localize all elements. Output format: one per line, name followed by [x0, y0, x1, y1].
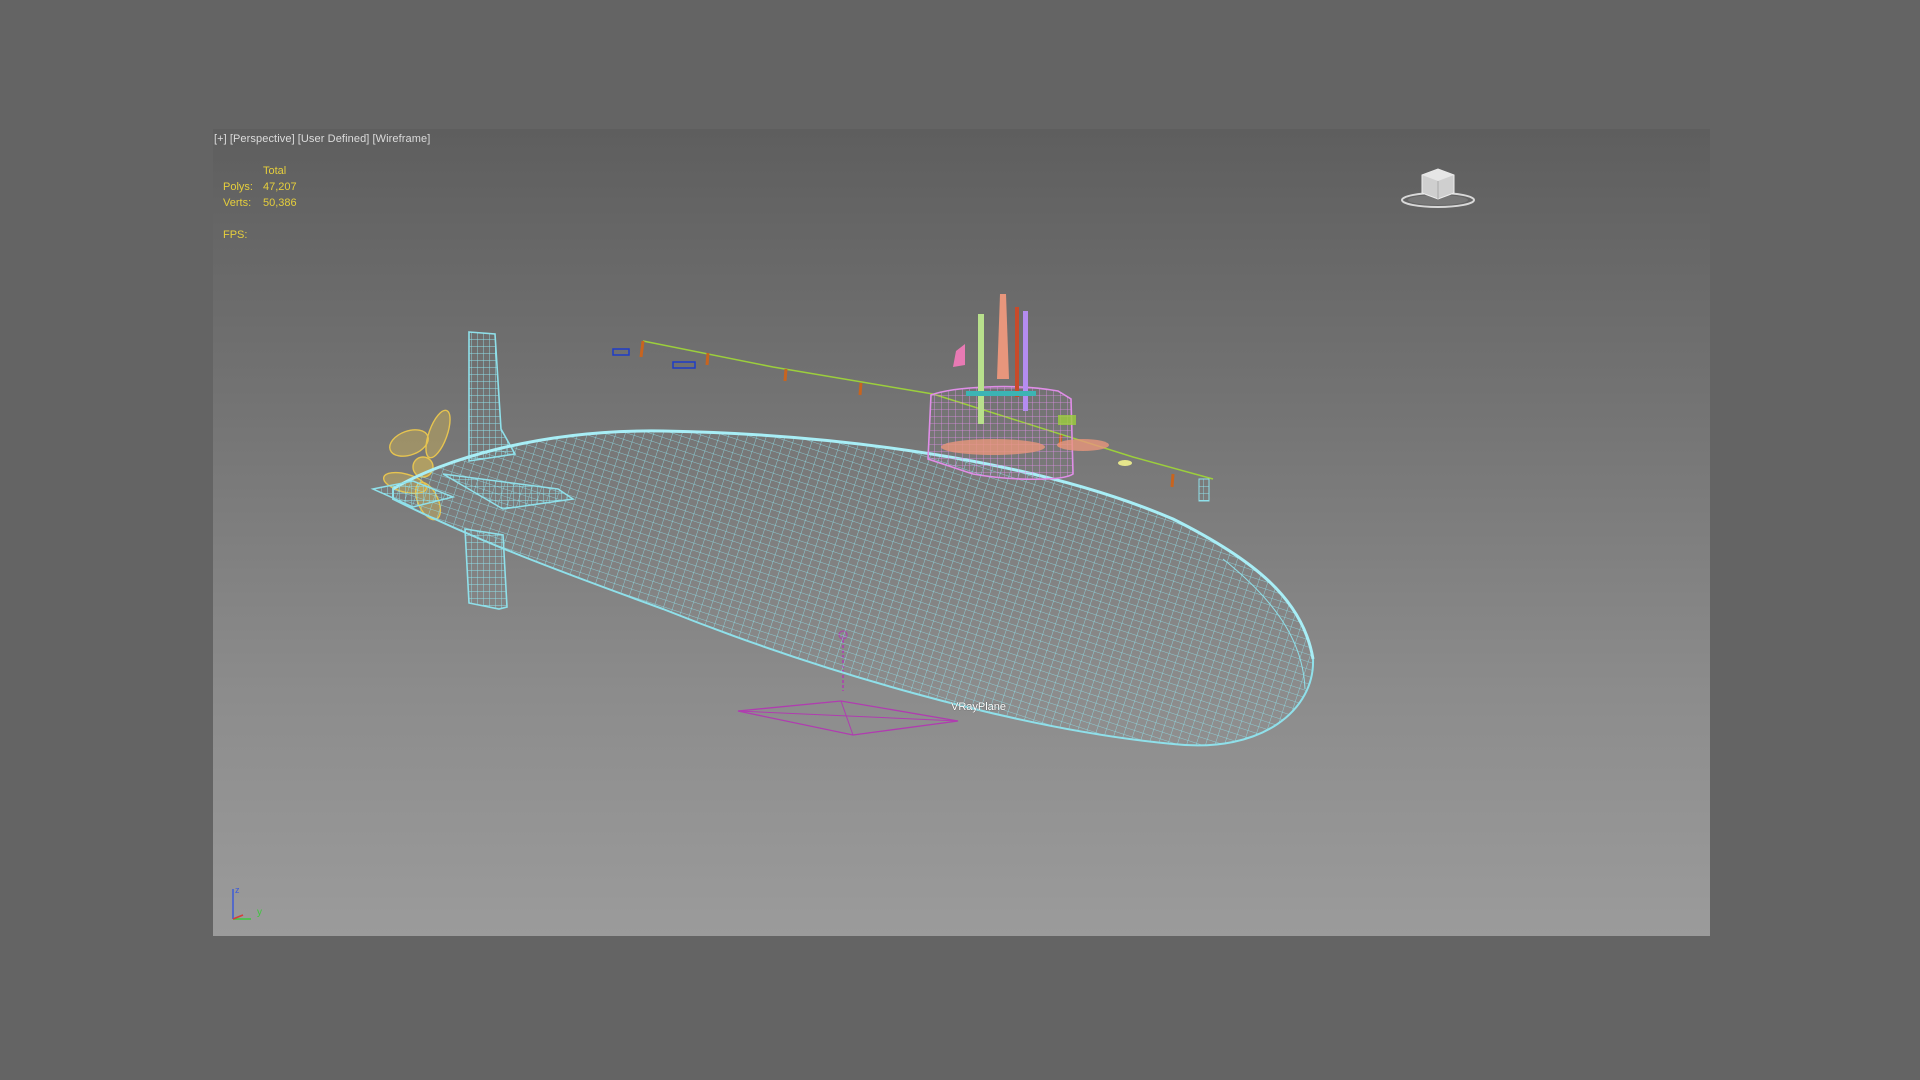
perspective-viewport[interactable]: [+] [Perspective] [User Defined] [Wirefr…	[213, 129, 1710, 936]
marker	[1118, 460, 1132, 466]
scene-wireframe[interactable]	[213, 129, 1710, 936]
axis-z-label: z	[235, 885, 240, 895]
axis-tripod-icon	[232, 889, 251, 920]
upper-rudder[interactable]	[468, 331, 517, 462]
conning-tower[interactable]	[927, 385, 1109, 481]
vray-plane-label: VRayPlane	[951, 701, 1007, 713]
axis-y-label: y	[257, 907, 262, 918]
